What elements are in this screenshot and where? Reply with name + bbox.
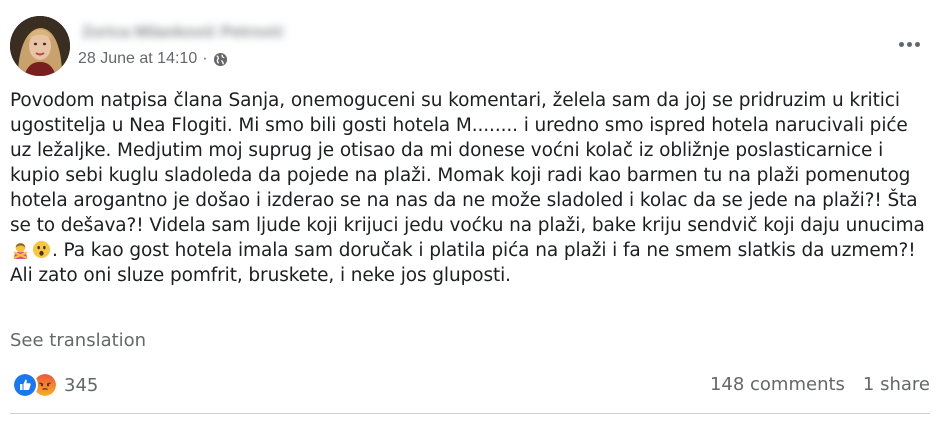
reaction-count: 345 (64, 374, 99, 396)
comments-count-link[interactable]: 148 comments (710, 374, 845, 395)
see-translation-link[interactable]: See translation (10, 330, 146, 351)
like-icon (12, 372, 38, 398)
more-dot (898, 41, 904, 47)
more-options-icon[interactable] (894, 32, 924, 56)
post-text-main: Povodom natpisa člana Sanja, onemoguceni… (10, 90, 925, 236)
meta-separator: · (202, 50, 208, 67)
post-timestamp[interactable]: 28 June at 14:10 (78, 49, 197, 69)
post-meta: 28 June at 14:10 · (78, 49, 228, 69)
post-text: Povodom natpisa člana Sanja, onemoguceni… (10, 88, 926, 288)
astonished-face-emoji (32, 240, 51, 259)
author-name[interactable]: Zorica Milanković Petrović (82, 22, 342, 44)
divider (10, 413, 930, 414)
globe-icon[interactable] (213, 52, 228, 67)
more-dot (906, 41, 912, 47)
avatar-photo (10, 16, 70, 76)
woman-gesturing-no-emoji (11, 240, 30, 260)
reactions-summary[interactable]: 345 (12, 372, 98, 398)
post-stats: 148 comments 1 share (710, 374, 930, 395)
avatar[interactable] (10, 16, 70, 76)
post-text-end: . Pa kao gost hotela imala sam doručak i… (10, 240, 916, 286)
post-header: Zorica Milanković Petrović 28 June at 14… (10, 16, 930, 76)
shares-count-link[interactable]: 1 share (863, 374, 930, 395)
more-dot (914, 41, 920, 47)
